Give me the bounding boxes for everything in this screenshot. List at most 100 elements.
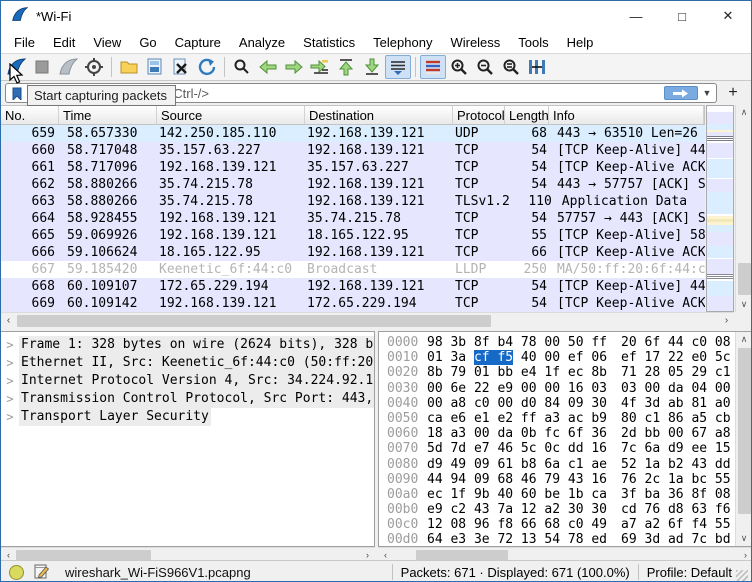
auto-scroll-icon[interactable] xyxy=(385,55,411,79)
menu-help[interactable]: Help xyxy=(558,33,603,52)
zoom-100-icon[interactable] xyxy=(498,55,524,79)
detail-row-2[interactable]: >Internet Protocol Version 4, Src: 34.22… xyxy=(1,372,374,390)
hex-row-0030[interactable]: 003000 6e 22 e9 00 00 16 0303 00 da 04 0… xyxy=(379,381,752,396)
go-last-icon[interactable] xyxy=(359,55,385,79)
detail-row-3[interactable]: >Transmission Control Protocol, Src Port… xyxy=(1,390,374,408)
apply-filter-icon[interactable] xyxy=(664,86,698,100)
scroll-right-icon[interactable]: › xyxy=(719,313,734,328)
menu-view[interactable]: View xyxy=(84,33,130,52)
packet-row-666[interactable]: 66659.10662418.165.122.95192.168.139.121… xyxy=(1,244,705,261)
scroll-up-icon[interactable]: ∧ xyxy=(736,332,752,347)
packet-row-668[interactable]: 66860.109107172.65.229.194192.168.139.12… xyxy=(1,278,705,295)
hex-row-0070[interactable]: 00705d 7d e7 46 5c 0c dd 167c 6a d9 ee 1… xyxy=(379,441,752,456)
maximize-button[interactable]: □ xyxy=(659,1,705,31)
menu-file[interactable]: File xyxy=(5,33,44,52)
scrollbar-thumb[interactable] xyxy=(17,315,491,327)
detail-row-4[interactable]: >Transport Layer Security xyxy=(1,408,374,426)
scrollbar-thumb[interactable] xyxy=(738,348,751,514)
hex-vscrollbar[interactable]: ∧ ∨ xyxy=(735,332,752,546)
packet-row-665[interactable]: 66559.069926192.168.139.12118.165.122.95… xyxy=(1,227,705,244)
colorize-icon[interactable] xyxy=(420,55,446,79)
minimize-button[interactable]: — xyxy=(613,1,659,31)
save-file-icon[interactable] xyxy=(142,55,168,79)
packet-row-659[interactable]: 65958.657330142.250.185.110192.168.139.1… xyxy=(1,125,705,142)
column-header-length[interactable]: Length xyxy=(505,106,549,124)
zoom-in-icon[interactable] xyxy=(446,55,472,79)
hex-row-0060[interactable]: 006018 a3 00 da 0b fc 6f 362d bb 00 67 a… xyxy=(379,426,752,441)
expert-info-icon[interactable] xyxy=(9,565,24,580)
restart-capture-icon[interactable] xyxy=(55,55,81,79)
column-header-no[interactable]: No. xyxy=(1,106,59,124)
stop-capture-icon[interactable] xyxy=(29,55,55,79)
hex-row-0010[interactable]: 001001 3a cf f5 40 00 ef 06ef 17 22 e0 5… xyxy=(379,350,752,365)
go-to-packet-icon[interactable] xyxy=(307,55,333,79)
zoom-out-icon[interactable] xyxy=(472,55,498,79)
expander-icon[interactable]: > xyxy=(1,408,19,426)
detail-row-0[interactable]: >Frame 1: 328 bytes on wire (2624 bits),… xyxy=(1,336,374,354)
column-header-info[interactable]: Info xyxy=(549,106,704,124)
resize-grip[interactable] xyxy=(736,570,748,582)
scrollbar-thumb[interactable] xyxy=(416,550,508,560)
menu-edit[interactable]: Edit xyxy=(44,33,84,52)
detail-row-1[interactable]: >Ethernet II, Src: Keenetic_6f:44:c0 (50… xyxy=(1,354,374,372)
reload-file-icon[interactable] xyxy=(194,55,220,79)
expander-icon[interactable]: > xyxy=(1,336,19,354)
menu-telephony[interactable]: Telephony xyxy=(364,33,441,52)
open-file-icon[interactable] xyxy=(116,55,142,79)
hex-hscrollbar[interactable]: ‹ › xyxy=(378,547,752,561)
menu-tools[interactable]: Tools xyxy=(509,33,557,52)
scroll-down-icon[interactable]: ∨ xyxy=(736,297,752,312)
packet-row-669[interactable]: 66960.109142192.168.139.121172.65.229.19… xyxy=(1,295,705,312)
hex-row-0050[interactable]: 0050ca e6 e1 e2 ff a3 ac b980 c1 86 a5 c… xyxy=(379,411,752,426)
hex-row-0020[interactable]: 00208b 79 01 bb e4 1f ec 8b71 28 05 29 c… xyxy=(379,365,752,380)
add-filter-button[interactable]: + xyxy=(725,84,741,102)
packet-row-660[interactable]: 66058.71704835.157.63.227192.168.139.121… xyxy=(1,142,705,159)
menu-go[interactable]: Go xyxy=(130,33,165,52)
capture-comment-icon[interactable] xyxy=(34,563,49,582)
go-first-icon[interactable] xyxy=(333,55,359,79)
expander-icon[interactable]: > xyxy=(1,372,19,390)
scrollbar-thumb[interactable] xyxy=(738,263,751,295)
packet-minimap[interactable] xyxy=(706,105,734,312)
packet-row-661[interactable]: 66158.717096192.168.139.12135.157.63.227… xyxy=(1,159,705,176)
column-header-protocol[interactable]: Protocol xyxy=(453,106,505,124)
resize-columns-icon[interactable] xyxy=(524,55,550,79)
profile-label[interactable]: Profile: Default xyxy=(647,565,732,580)
packet-row-667[interactable]: 66759.185420Keenetic_6f:44:c0BroadcastLL… xyxy=(1,261,705,278)
menu-analyze[interactable]: Analyze xyxy=(230,33,294,52)
capture-options-icon[interactable] xyxy=(81,55,107,79)
filter-dropdown-icon[interactable]: ▼ xyxy=(701,86,713,100)
expander-icon[interactable]: > xyxy=(1,390,19,408)
packet-list-vscrollbar[interactable]: ∧ ∨ xyxy=(735,105,752,312)
close-file-icon[interactable] xyxy=(168,55,194,79)
hex-row-0000[interactable]: 000098 3b 8f b4 78 00 50 ff20 6f 44 c0 0… xyxy=(379,335,752,350)
scroll-left-icon[interactable]: ‹ xyxy=(1,313,16,328)
hex-row-00b0[interactable]: 00b0e9 c2 43 7a 12 a2 30 30cd 76 d8 63 f… xyxy=(379,502,752,517)
details-hscrollbar[interactable]: ‹ › xyxy=(1,547,375,561)
menu-statistics[interactable]: Statistics xyxy=(294,33,364,52)
hex-row-0040[interactable]: 004000 a8 c0 00 d0 84 09 304f 3d ab 81 a… xyxy=(379,396,752,411)
find-packet-icon[interactable] xyxy=(229,55,255,79)
hex-row-0090[interactable]: 009044 94 09 68 46 79 43 1676 2c 1a bc 5… xyxy=(379,472,752,487)
scroll-down-icon[interactable]: ∨ xyxy=(736,531,752,546)
column-header-destination[interactable]: Destination xyxy=(305,106,453,124)
menu-capture[interactable]: Capture xyxy=(166,33,230,52)
scrollbar-thumb[interactable] xyxy=(16,550,151,560)
hex-row-00a0[interactable]: 00a0ec 1f 9b 40 60 be 1b ca3f ba 36 8f 0… xyxy=(379,487,752,502)
hex-row-00c0[interactable]: 00c012 08 96 f8 66 68 c0 49a7 a2 6f f4 5… xyxy=(379,517,752,532)
hex-row-00d0[interactable]: 00d064 e3 3e 72 13 54 78 ed69 3d ad 7c b… xyxy=(379,532,752,547)
column-header-time[interactable]: Time xyxy=(59,106,157,124)
menu-wireless[interactable]: Wireless xyxy=(441,33,509,52)
go-previous-icon[interactable] xyxy=(255,55,281,79)
hex-row-0080[interactable]: 0080d9 49 09 61 b8 6a c1 ae52 1a b2 43 d… xyxy=(379,457,752,472)
hex-offset: 0020 xyxy=(379,365,421,380)
column-header-source[interactable]: Source xyxy=(157,106,305,124)
scroll-up-icon[interactable]: ∧ xyxy=(736,105,752,120)
packet-row-664[interactable]: 66458.928455192.168.139.12135.74.215.78T… xyxy=(1,210,705,227)
packet-list-hscrollbar[interactable]: ‹ › xyxy=(1,312,734,328)
go-next-icon[interactable] xyxy=(281,55,307,79)
close-button[interactable]: ✕ xyxy=(705,1,751,31)
expander-icon[interactable]: > xyxy=(1,354,19,372)
packet-row-662[interactable]: 66258.88026635.74.215.78192.168.139.121T… xyxy=(1,176,705,193)
packet-row-663[interactable]: 66358.88026635.74.215.78192.168.139.121T… xyxy=(1,193,705,210)
